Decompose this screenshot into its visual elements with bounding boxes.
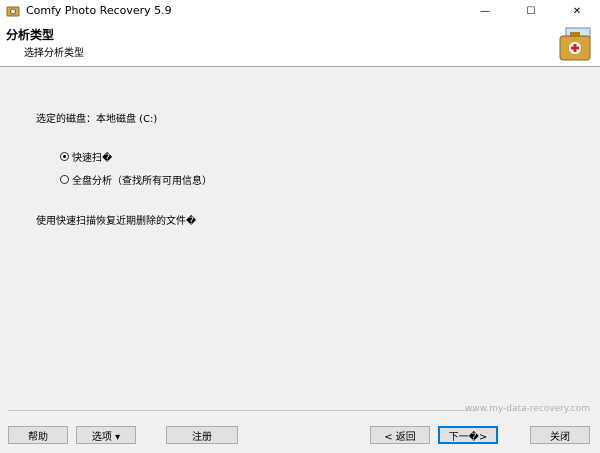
first-aid-photo-icon	[559, 27, 591, 61]
watermark-text: www.my-data-recovery.com	[464, 404, 590, 414]
minimize-button[interactable]: —	[462, 0, 508, 22]
quick-scan-option[interactable]: 快速扫�	[60, 149, 112, 164]
selected-drive-label: 选定的磁盘：本地磁盘 (C:)	[36, 114, 158, 125]
radio-unchecked-icon[interactable]	[60, 175, 69, 184]
full-analysis-label: 全盘分析（查找所有可用信息）	[72, 176, 212, 187]
radio-checked-icon[interactable]	[60, 152, 69, 161]
footer-divider	[8, 410, 478, 411]
close-window-button[interactable]: ✕	[554, 0, 600, 22]
back-button[interactable]: < 返回	[370, 426, 430, 444]
page-title: 分析类型	[6, 28, 55, 42]
wizard-header: 分析类型 选择分析类型	[0, 22, 600, 67]
description-text: 使用快速扫描恢复近期删除的文件�	[36, 216, 197, 227]
close-button[interactable]: 关闭	[530, 426, 590, 444]
page-subtitle: 选择分析类型	[24, 48, 84, 59]
maximize-button[interactable]: ☐	[508, 0, 554, 22]
window-title: Comfy Photo Recovery 5.9	[26, 4, 172, 17]
quick-scan-label: 快速扫�	[72, 153, 113, 164]
next-button[interactable]: 下一�>	[438, 426, 498, 444]
register-button[interactable]: 注册	[166, 426, 238, 444]
options-button[interactable]: 选项 ▾	[76, 426, 136, 444]
full-analysis-option[interactable]: 全盘分析（查找所有可用信息）	[60, 172, 212, 187]
title-bar: Comfy Photo Recovery 5.9 — ☐ ✕	[0, 0, 600, 22]
camera-icon	[6, 6, 20, 17]
help-button[interactable]: 帮助	[8, 426, 68, 444]
